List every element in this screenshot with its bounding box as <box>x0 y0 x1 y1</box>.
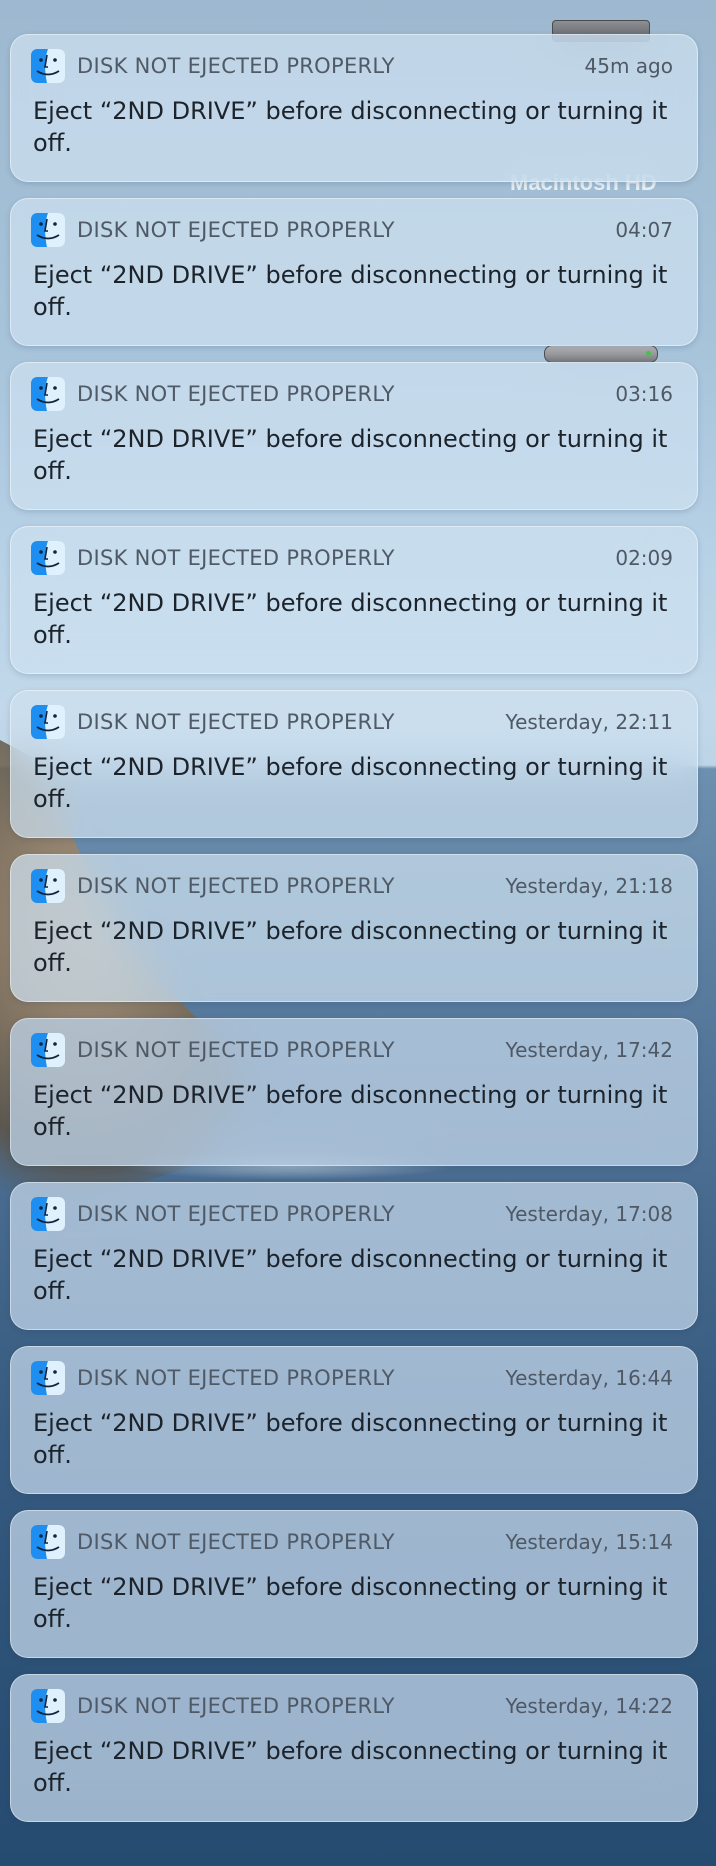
notification-card[interactable]: DISK NOT EJECTED PROPERLY Yesterday, 17:… <box>10 1018 698 1166</box>
notification-header: DISK NOT EJECTED PROPERLY Yesterday, 17:… <box>31 1033 673 1067</box>
notification-card[interactable]: DISK NOT EJECTED PROPERLY 03:16 Eject “2… <box>10 362 698 510</box>
notification-card[interactable]: DISK NOT EJECTED PROPERLY Yesterday, 15:… <box>10 1510 698 1658</box>
notification-card[interactable]: DISK NOT EJECTED PROPERLY Yesterday, 14:… <box>10 1674 698 1822</box>
notification-body: Eject “2ND DRIVE” before disconnecting o… <box>33 1409 668 1469</box>
notification-header: DISK NOT EJECTED PROPERLY Yesterday, 17:… <box>31 1197 673 1231</box>
notification-body: Eject “2ND DRIVE” before disconnecting o… <box>33 425 668 485</box>
notification-timestamp: Yesterday, 22:11 <box>505 710 673 734</box>
notification-card[interactable]: DISK NOT EJECTED PROPERLY Yesterday, 17:… <box>10 1182 698 1330</box>
notification-card[interactable]: DISK NOT EJECTED PROPERLY Yesterday, 21:… <box>10 854 698 1002</box>
notification-body: Eject “2ND DRIVE” before disconnecting o… <box>33 1245 668 1305</box>
notification-card[interactable]: DISK NOT EJECTED PROPERLY Yesterday, 22:… <box>10 690 698 838</box>
notification-timestamp: Yesterday, 15:14 <box>505 1530 673 1554</box>
notification-title: DISK NOT EJECTED PROPERLY <box>77 54 395 78</box>
notification-body: Eject “2ND DRIVE” before disconnecting o… <box>33 97 668 157</box>
notification-title: DISK NOT EJECTED PROPERLY <box>77 382 395 406</box>
notification-header: DISK NOT EJECTED PROPERLY 04:07 <box>31 213 673 247</box>
notification-body: Eject “2ND DRIVE” before disconnecting o… <box>33 1737 668 1797</box>
finder-icon <box>31 1361 65 1395</box>
notification-title: DISK NOT EJECTED PROPERLY <box>77 1038 395 1062</box>
notification-title: DISK NOT EJECTED PROPERLY <box>77 874 395 898</box>
finder-icon <box>31 705 65 739</box>
finder-icon <box>31 869 65 903</box>
notification-header: DISK NOT EJECTED PROPERLY Yesterday, 21:… <box>31 869 673 903</box>
finder-icon <box>31 377 65 411</box>
finder-icon <box>31 1689 65 1723</box>
notification-title: DISK NOT EJECTED PROPERLY <box>77 1694 395 1718</box>
notification-timestamp: Yesterday, 17:08 <box>505 1202 673 1226</box>
notification-timestamp: Yesterday, 21:18 <box>505 874 673 898</box>
notification-timestamp: Yesterday, 14:22 <box>505 1694 673 1718</box>
notification-header: DISK NOT EJECTED PROPERLY 03:16 <box>31 377 673 411</box>
notification-header: DISK NOT EJECTED PROPERLY 45m ago <box>31 49 673 83</box>
notification-stack: DISK NOT EJECTED PROPERLY 45m ago Eject … <box>10 34 698 1838</box>
notification-card[interactable]: DISK NOT EJECTED PROPERLY 04:07 Eject “2… <box>10 198 698 346</box>
finder-icon <box>31 49 65 83</box>
finder-icon <box>31 541 65 575</box>
notification-timestamp: 03:16 <box>615 382 673 406</box>
notification-timestamp: Yesterday, 17:42 <box>505 1038 673 1062</box>
notification-title: DISK NOT EJECTED PROPERLY <box>77 710 395 734</box>
notification-body: Eject “2ND DRIVE” before disconnecting o… <box>33 1081 668 1141</box>
notification-card[interactable]: DISK NOT EJECTED PROPERLY 45m ago Eject … <box>10 34 698 182</box>
notification-title: DISK NOT EJECTED PROPERLY <box>77 1366 395 1390</box>
notification-header: DISK NOT EJECTED PROPERLY Yesterday, 14:… <box>31 1689 673 1723</box>
desktop-wallpaper: Macintosh HD DISK NOT EJECTED PROPERLY 4… <box>0 0 716 1866</box>
notification-body: Eject “2ND DRIVE” before disconnecting o… <box>33 917 668 977</box>
finder-icon <box>31 1033 65 1067</box>
finder-icon <box>31 1525 65 1559</box>
notification-body: Eject “2ND DRIVE” before disconnecting o… <box>33 753 668 813</box>
notification-card[interactable]: DISK NOT EJECTED PROPERLY Yesterday, 16:… <box>10 1346 698 1494</box>
finder-icon <box>31 1197 65 1231</box>
notification-header: DISK NOT EJECTED PROPERLY Yesterday, 15:… <box>31 1525 673 1559</box>
notification-title: DISK NOT EJECTED PROPERLY <box>77 218 395 242</box>
notification-body: Eject “2ND DRIVE” before disconnecting o… <box>33 1573 668 1633</box>
notification-title: DISK NOT EJECTED PROPERLY <box>77 1202 395 1226</box>
notification-title: DISK NOT EJECTED PROPERLY <box>77 1530 395 1554</box>
notification-header: DISK NOT EJECTED PROPERLY Yesterday, 22:… <box>31 705 673 739</box>
notification-timestamp: 02:09 <box>615 546 673 570</box>
notification-body: Eject “2ND DRIVE” before disconnecting o… <box>33 589 668 649</box>
notification-timestamp: 04:07 <box>615 218 673 242</box>
notification-title: DISK NOT EJECTED PROPERLY <box>77 546 395 570</box>
notification-body: Eject “2ND DRIVE” before disconnecting o… <box>33 261 668 321</box>
notification-timestamp: 45m ago <box>584 54 673 78</box>
notification-timestamp: Yesterday, 16:44 <box>505 1366 673 1390</box>
notification-card[interactable]: DISK NOT EJECTED PROPERLY 02:09 Eject “2… <box>10 526 698 674</box>
notification-header: DISK NOT EJECTED PROPERLY Yesterday, 16:… <box>31 1361 673 1395</box>
notification-header: DISK NOT EJECTED PROPERLY 02:09 <box>31 541 673 575</box>
finder-icon <box>31 213 65 247</box>
